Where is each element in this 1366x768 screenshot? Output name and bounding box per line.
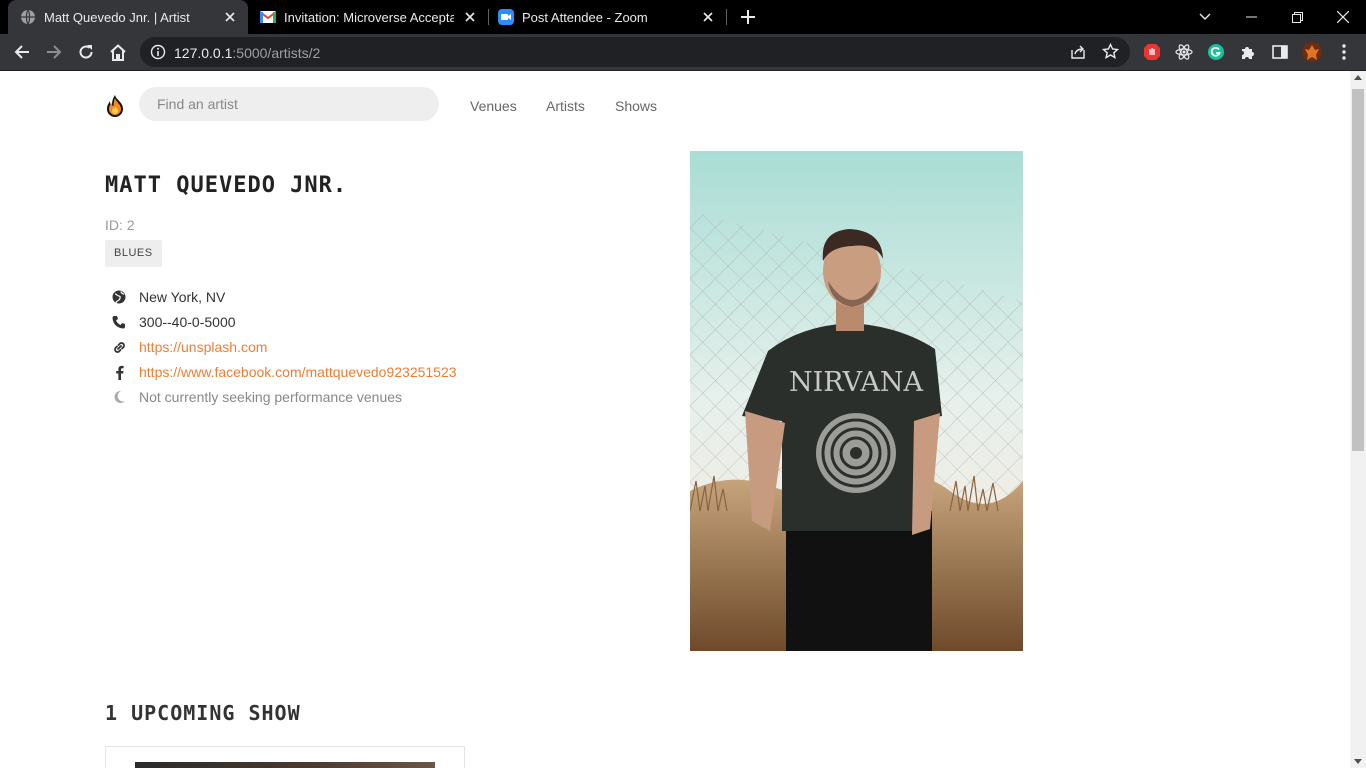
tab-title: Invitation: Microverse Acceptance (284, 9, 454, 25)
moon-icon (111, 389, 127, 405)
phone-row: 300--40-0-5000 (111, 312, 236, 332)
artist-city: New York, NV (139, 289, 226, 305)
scrollbar-thumb[interactable] (1352, 89, 1364, 451)
close-tab-icon[interactable] (222, 9, 238, 25)
extensions-puzzle-icon[interactable] (1238, 42, 1258, 62)
browser-toolbar: 127.0.0.1:5000/artists/2 (0, 34, 1366, 71)
url-host: 127.0.0.1 (174, 45, 233, 61)
page-scrollbar[interactable] (1350, 71, 1366, 768)
grammarly-icon[interactable] (1206, 42, 1226, 62)
tab-title: Matt Quevedo Jnr. | Artist (44, 9, 190, 25)
react-devtools-icon[interactable] (1174, 42, 1194, 62)
show-card[interactable] (105, 746, 465, 768)
artist-website-link[interactable]: https://unsplash.com (139, 339, 267, 355)
tab-zoom[interactable]: Post Attendee - Zoom (486, 0, 726, 34)
fire-logo-icon[interactable] (105, 94, 125, 118)
city-row: New York, NV (111, 287, 225, 307)
phone-icon (111, 314, 127, 330)
upcoming-shows-heading: 1 UPCOMING SHOW (105, 701, 301, 725)
globe-icon (111, 289, 127, 305)
url-path: :5000/artists/2 (232, 45, 321, 61)
website-row: https://unsplash.com (111, 337, 267, 357)
address-bar[interactable]: 127.0.0.1:5000/artists/2 (140, 37, 1130, 67)
shirt-print-text: NIRVANA (789, 367, 923, 398)
artist-id: ID: 2 (105, 217, 135, 233)
tab-title: Post Attendee - Zoom (522, 9, 648, 25)
adblock-extension-icon[interactable] (1142, 42, 1162, 62)
reload-button[interactable] (72, 38, 100, 66)
side-panel-icon[interactable] (1270, 42, 1290, 62)
tab-search-button[interactable] (1182, 0, 1228, 34)
url-text[interactable]: 127.0.0.1:5000/artists/2 (174, 45, 320, 61)
seeking-status: Not currently seeking performance venues (139, 389, 403, 405)
artist-phone: 300--40-0-5000 (139, 314, 236, 330)
back-button[interactable] (8, 38, 36, 66)
tab-strip: Matt Quevedo Jnr. | Artist Invitation: M… (0, 0, 1366, 34)
nav-shows-link[interactable]: Shows (615, 98, 657, 114)
minimize-button[interactable] (1228, 0, 1274, 34)
tab-separator (726, 9, 727, 25)
forward-button[interactable] (40, 38, 68, 66)
chrome-menu-icon[interactable] (1334, 42, 1354, 62)
page-content: Venues Artists Shows MATT QUEVEDO JNR. I… (0, 71, 1350, 768)
show-image (135, 762, 435, 768)
nav-artists-link[interactable]: Artists (546, 98, 585, 114)
scroll-down-arrow-icon[interactable] (1354, 759, 1362, 764)
home-button[interactable] (104, 38, 132, 66)
scroll-up-arrow-icon[interactable] (1354, 75, 1362, 80)
globe-icon (20, 9, 36, 25)
tab-artist[interactable]: Matt Quevedo Jnr. | Artist (8, 0, 248, 34)
artist-photo: NIRVANA (690, 151, 1023, 651)
close-tab-icon[interactable] (700, 9, 716, 25)
site-info-icon[interactable] (150, 44, 166, 65)
restore-button[interactable] (1274, 0, 1320, 34)
facebook-row: https://www.facebook.com/mattquevedo9232… (111, 362, 457, 382)
artist-search-input[interactable] (139, 87, 439, 121)
genre-badge: BLUES (105, 240, 162, 267)
close-window-button[interactable] (1320, 0, 1366, 34)
facebook-icon (111, 364, 127, 380)
gmail-icon (260, 9, 276, 25)
share-icon[interactable] (1070, 44, 1086, 65)
tab-gmail[interactable]: Invitation: Microverse Acceptance (248, 0, 488, 34)
close-tab-icon[interactable] (462, 9, 478, 25)
artist-facebook-link[interactable]: https://www.facebook.com/mattquevedo9232… (139, 364, 457, 380)
link-icon (111, 339, 127, 355)
new-tab-button[interactable] (736, 5, 760, 29)
seeking-row: Not currently seeking performance venues (111, 387, 402, 407)
zoom-icon (498, 9, 514, 25)
artist-name-heading: MATT QUEVEDO JNR. (105, 173, 348, 198)
bookmark-star-icon[interactable] (1101, 42, 1120, 65)
profile-avatar[interactable] (1302, 42, 1322, 62)
nav-venues-link[interactable]: Venues (470, 98, 517, 114)
